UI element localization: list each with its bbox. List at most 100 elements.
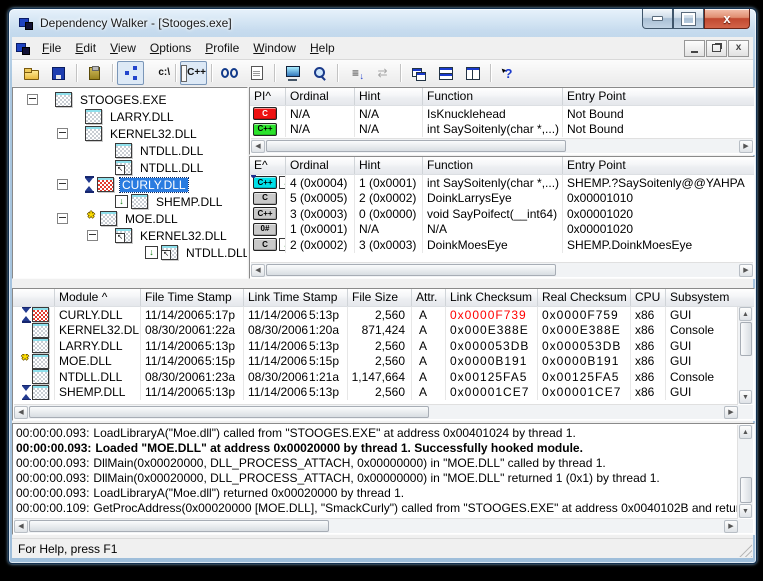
tree-item[interactable]: NTDLL.DLL bbox=[13, 159, 247, 176]
module-row[interactable]: SHEMP.DLL 11/14/20065:13p 11/14/20065:13… bbox=[13, 385, 754, 401]
modules-module-header[interactable]: Module ^ bbox=[55, 289, 141, 306]
scroll-left-icon[interactable]: ◀ bbox=[251, 264, 265, 277]
system-info-button[interactable] bbox=[279, 61, 306, 85]
modules-real-checksum-header[interactable]: Real Checksum bbox=[538, 289, 631, 306]
copy-button[interactable] bbox=[81, 61, 108, 85]
modules-cpu-header[interactable]: CPU bbox=[631, 289, 666, 306]
resize-grip[interactable] bbox=[739, 544, 752, 557]
menu-profile[interactable]: Profile bbox=[198, 39, 246, 57]
tree-item[interactable]: STOOGES.EXE bbox=[13, 91, 247, 108]
tree-item[interactable]: SHEMP.DLL bbox=[13, 193, 247, 210]
imports-entrypoint-header[interactable]: Entry Point bbox=[563, 88, 754, 105]
mdi-close-button[interactable]: x bbox=[728, 40, 749, 57]
save-button[interactable] bbox=[45, 61, 72, 85]
menu-file[interactable]: File bbox=[35, 39, 68, 57]
mdi-child-icon[interactable] bbox=[16, 42, 31, 55]
expand-toggle[interactable] bbox=[57, 128, 68, 139]
tree-item[interactable]: NTDLL.DLL bbox=[13, 244, 247, 261]
log-vertical-scrollbar[interactable]: ▲ ▼ bbox=[737, 425, 753, 518]
cascade-windows-button[interactable] bbox=[405, 61, 432, 85]
module-row[interactable]: MOE.DLL 11/14/20065:15p 11/14/20065:15p … bbox=[13, 354, 754, 370]
expand-all-button[interactable] bbox=[342, 61, 369, 85]
undecorate-cpp-button[interactable]: C++ bbox=[180, 61, 207, 85]
modules-vertical-scrollbar[interactable]: ▲ ▼ bbox=[737, 307, 753, 404]
expand-toggle[interactable] bbox=[87, 230, 98, 241]
mdi-restore-button[interactable] bbox=[706, 40, 727, 57]
scrollbar-thumb[interactable] bbox=[266, 140, 566, 152]
module-row[interactable]: KERNEL32.DLL 08/30/20061:22a 08/30/20061… bbox=[13, 323, 754, 339]
exports-panel[interactable]: E^ Ordinal Hint Function Entry Point C++… bbox=[249, 156, 755, 279]
expand-toggle[interactable] bbox=[27, 94, 38, 105]
modules-file-time-header[interactable]: File Time Stamp bbox=[141, 289, 244, 306]
scroll-right-icon[interactable]: ▶ bbox=[739, 264, 753, 277]
tree-item[interactable]: LARRY.DLL bbox=[13, 108, 247, 125]
menu-help[interactable]: Help bbox=[303, 39, 342, 57]
modules-file-size-header[interactable]: File Size bbox=[348, 289, 412, 306]
scrollbar-thumb[interactable] bbox=[266, 264, 556, 276]
auto-expand-button[interactable] bbox=[117, 61, 144, 85]
tree-item[interactable]: KERNEL32.DLL bbox=[13, 227, 247, 244]
modules-attr-header[interactable]: Attr. bbox=[412, 289, 446, 306]
tree-item[interactable]: MOE.DLL bbox=[13, 210, 247, 227]
scroll-right-icon[interactable]: ▶ bbox=[739, 140, 753, 153]
scroll-up-icon[interactable]: ▲ bbox=[739, 425, 752, 439]
import-row[interactable]: C++ N/A N/A int SaySoitenly(char *,...) … bbox=[250, 122, 754, 138]
expand-toggle[interactable] bbox=[57, 213, 68, 224]
menu-edit[interactable]: Edit bbox=[68, 39, 103, 57]
imports-ordinal-header[interactable]: Ordinal bbox=[286, 88, 355, 105]
scrollbar-thumb[interactable] bbox=[29, 520, 329, 532]
tile-horizontal-button[interactable] bbox=[432, 61, 459, 85]
properties-button[interactable] bbox=[243, 61, 270, 85]
maximize-button[interactable] bbox=[673, 9, 704, 29]
export-row[interactable]: C 5 (0x0005) 2 (0x0002) DoinkLarrysEye 0… bbox=[250, 191, 754, 207]
scrollbar-thumb[interactable] bbox=[740, 477, 752, 503]
scroll-down-icon[interactable]: ▼ bbox=[739, 504, 752, 518]
tree-item[interactable]: CURLY.DLL bbox=[13, 176, 247, 193]
exports-entrypoint-header[interactable]: Entry Point bbox=[563, 157, 754, 174]
exports-function-header[interactable]: Function bbox=[423, 157, 563, 174]
exports-sort-header[interactable]: E^ bbox=[250, 157, 286, 174]
module-row[interactable]: NTDLL.DLL 08/30/20061:23a 08/30/20061:21… bbox=[13, 369, 754, 385]
search-order-button[interactable] bbox=[306, 61, 333, 85]
tree-item[interactable]: KERNEL32.DLL bbox=[13, 125, 247, 142]
scroll-down-icon[interactable]: ▼ bbox=[739, 390, 752, 404]
module-row[interactable]: LARRY.DLL 11/14/20065:13p 11/14/20065:13… bbox=[13, 338, 754, 354]
menu-options[interactable]: Options bbox=[143, 39, 198, 57]
log-horizontal-scrollbar[interactable]: ◀ ▶ bbox=[14, 518, 738, 533]
external-viewer-button[interactable] bbox=[216, 61, 243, 85]
open-button[interactable] bbox=[18, 61, 45, 85]
scroll-left-icon[interactable]: ◀ bbox=[251, 140, 265, 153]
refresh-button[interactable] bbox=[369, 61, 396, 85]
scroll-right-icon[interactable]: ▶ bbox=[724, 406, 738, 419]
modules-horizontal-scrollbar[interactable]: ◀ ▶ bbox=[14, 404, 738, 419]
exports-horizontal-scrollbar[interactable]: ◀ ▶ bbox=[251, 262, 753, 277]
menu-view[interactable]: View bbox=[103, 39, 143, 57]
scroll-up-icon[interactable]: ▲ bbox=[739, 307, 752, 321]
tree-item[interactable]: NTDLL.DLL bbox=[13, 142, 247, 159]
modules-icon-header[interactable] bbox=[13, 289, 55, 306]
mdi-minimize-button[interactable] bbox=[684, 40, 705, 57]
export-row[interactable]: 0# 1 (0x0001) N/A N/A 0x00001020 bbox=[250, 222, 754, 238]
imports-horizontal-scrollbar[interactable]: ◀ ▶ bbox=[251, 138, 753, 153]
scrollbar-thumb[interactable] bbox=[740, 322, 752, 356]
module-row[interactable]: CURLY.DLL 11/14/20065:17p 11/14/20065:13… bbox=[13, 307, 754, 323]
expand-toggle[interactable] bbox=[57, 179, 68, 190]
modules-subsystem-header[interactable]: Subsystem bbox=[666, 289, 754, 306]
export-row[interactable]: C++ 3 (0x0003) 0 (0x0000) void SayPoifec… bbox=[250, 206, 754, 222]
full-paths-button[interactable]: c:\ bbox=[144, 61, 171, 85]
module-list-panel[interactable]: Module ^ File Time Stamp Link Time Stamp… bbox=[12, 288, 755, 421]
log-panel[interactable]: 00:00:00.093:LoadLibraryA("Moe.dll") cal… bbox=[12, 423, 755, 535]
imports-sort-header[interactable]: PI^ bbox=[250, 88, 286, 105]
import-row[interactable]: C N/A N/A IsKnucklehead Not Bound bbox=[250, 106, 754, 122]
modules-link-checksum-header[interactable]: Link Checksum bbox=[446, 289, 538, 306]
export-row[interactable]: C 2 (0x0002) 3 (0x0003) DoinkMoesEye SHE… bbox=[250, 237, 754, 253]
exports-hint-header[interactable]: Hint bbox=[355, 157, 423, 174]
scroll-right-icon[interactable]: ▶ bbox=[724, 520, 738, 533]
tile-vertical-button[interactable] bbox=[459, 61, 486, 85]
scroll-left-icon[interactable]: ◀ bbox=[14, 406, 28, 419]
parent-imports-panel[interactable]: PI^ Ordinal Hint Function Entry Point C … bbox=[249, 87, 755, 155]
imports-function-header[interactable]: Function bbox=[423, 88, 563, 105]
dependency-tree-panel[interactable]: STOOGES.EXE LARRY.DLL bbox=[12, 87, 248, 279]
scrollbar-thumb[interactable] bbox=[29, 406, 429, 418]
export-row[interactable]: C++ 4 (0x0004) 1 (0x0001) int SaySoitenl… bbox=[250, 175, 754, 191]
